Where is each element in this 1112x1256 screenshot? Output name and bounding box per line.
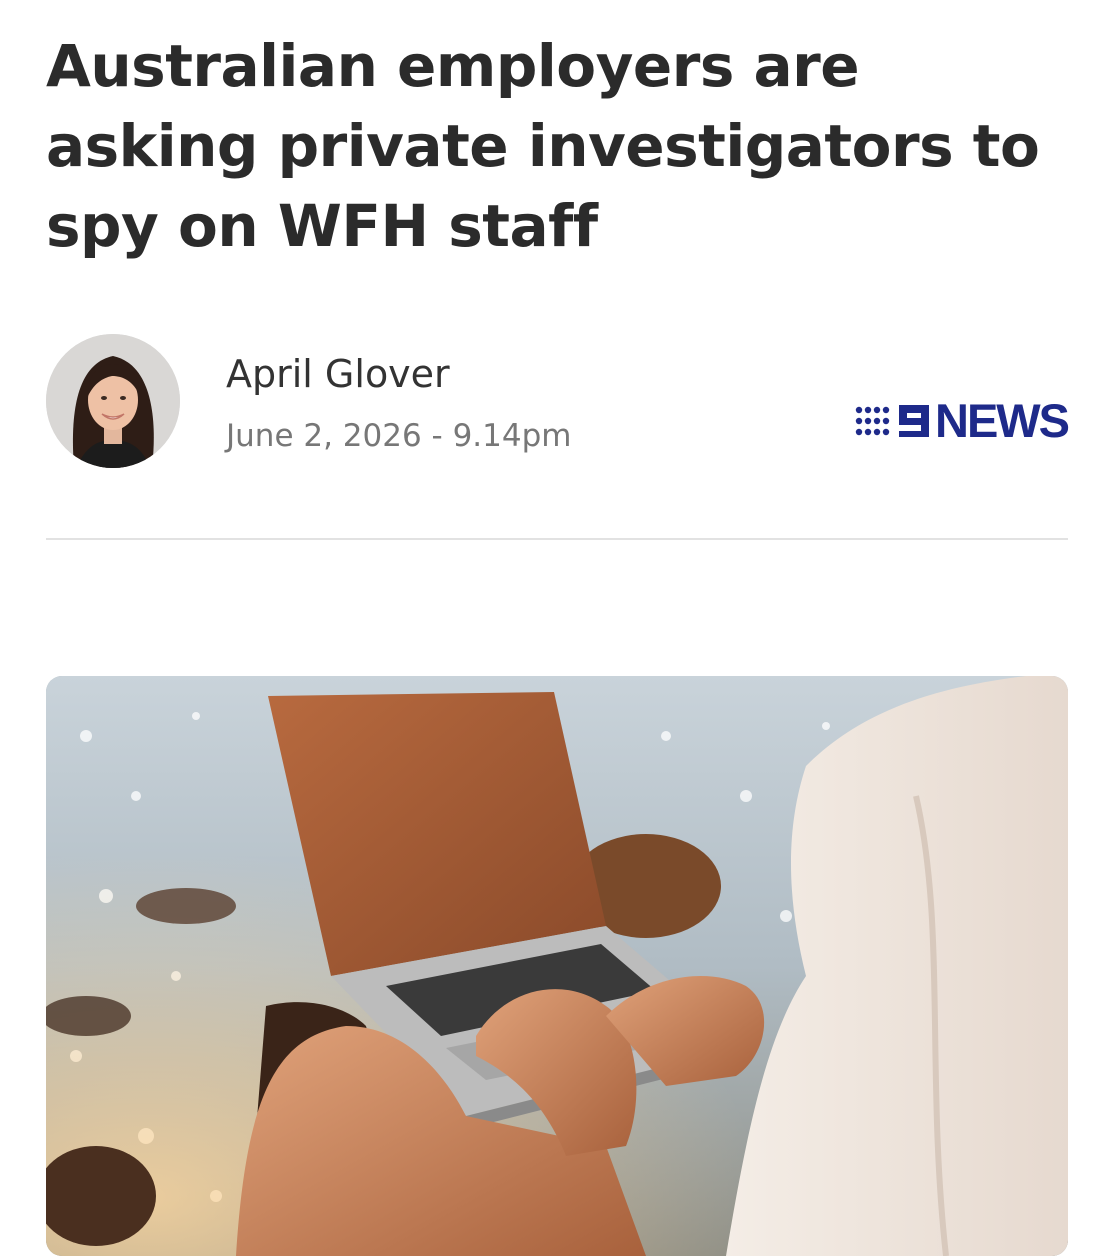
hero-image[interactable]	[46, 676, 1068, 1256]
laptop-by-water-photo	[46, 676, 1068, 1256]
article-headline: Australian employers are asking private …	[46, 32, 1040, 260]
nine-news-logo[interactable]: NEWS	[855, 394, 1070, 447]
author-name[interactable]: April Glover	[226, 352, 450, 396]
author-avatar[interactable]	[46, 334, 180, 468]
news-wordmark: NEWS	[935, 394, 1070, 447]
section-divider	[46, 538, 1068, 540]
nine-dots-icon	[855, 406, 890, 436]
byline: April Glover June 2, 2026 - 9.14pm NEWS	[46, 334, 1070, 470]
nine-numeral-icon	[899, 405, 929, 437]
author-photo-icon	[46, 334, 180, 468]
publish-date: June 2, 2026 - 9.14pm	[226, 418, 572, 454]
